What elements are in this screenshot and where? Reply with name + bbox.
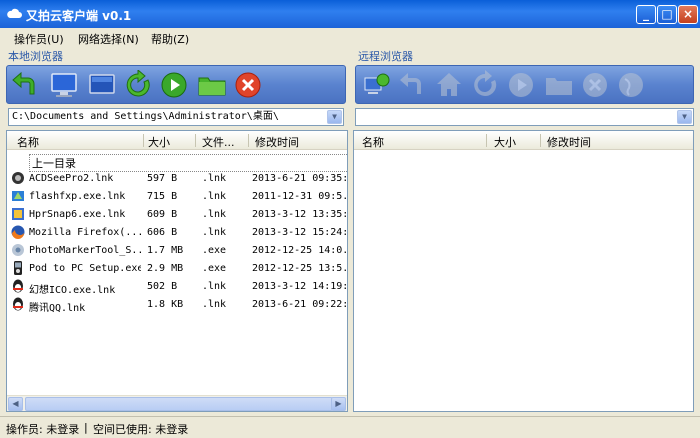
scroll-left-icon[interactable]: ◀ [8, 397, 23, 411]
home-icon[interactable] [434, 70, 464, 100]
menu-bar: 操作员(U) 网络选择(N) 帮助(Z) [0, 28, 700, 48]
play-icon[interactable] [506, 70, 536, 100]
menu-network[interactable]: 网络选择(N) [78, 31, 139, 47]
ipod-icon [14, 261, 22, 275]
status-separator: | [84, 421, 88, 434]
photomarker-icon [12, 244, 24, 256]
table-row[interactable]: Mozilla Firefox(... 606 B .lnk 2013-3-12… [7, 223, 347, 242]
delete-icon[interactable] [580, 70, 610, 100]
remote-browser-label: 远程浏览器 [358, 50, 413, 63]
remote-file-list: 名称 大小 修改时间 [353, 130, 694, 412]
col-type[interactable]: 文件... [202, 134, 235, 150]
qq-penguin-icon [13, 297, 23, 311]
col-size[interactable]: 大小 [494, 134, 516, 150]
local-horizontal-scrollbar[interactable]: ◀ ▶ [7, 395, 347, 411]
local-column-header: 名称 大小 文件... 修改时间 [7, 131, 347, 150]
table-row[interactable]: 幻想ICO.exe.lnk 502 B .lnk 2013-3-12 14:19… [7, 277, 347, 296]
folder-icon[interactable] [197, 70, 227, 100]
menu-operator[interactable]: 操作员(U) [14, 31, 64, 47]
title-bar: 又拍云客户端 v0.1 _ □ × [0, 0, 700, 28]
folder-icon[interactable] [544, 70, 574, 100]
remote-path-dropdown[interactable]: ▼ [355, 108, 694, 126]
col-name[interactable]: 名称 [17, 134, 39, 150]
back-arrow-icon[interactable] [11, 70, 41, 100]
scroll-thumb[interactable] [25, 397, 333, 411]
col-modified[interactable]: 修改时间 [255, 134, 299, 150]
close-button[interactable]: × [678, 5, 698, 24]
table-row[interactable]: PhotoMarkerTool_S... 1.7 MB .exe 2012-12… [7, 241, 347, 260]
status-bar: 操作员: 未登录 | 空间已使用: 未登录 [0, 416, 700, 438]
remote-column-header: 名称 大小 修改时间 [354, 131, 693, 150]
scroll-right-icon[interactable]: ▶ [331, 397, 346, 411]
table-row[interactable]: 腾讯QQ.lnk 1.8 KB .lnk 2013-6-21 09:22:05 [7, 295, 347, 314]
parent-dir-row[interactable]: 上一目录 [7, 151, 347, 172]
local-path-text: C:\Documents and Settings\Administrator\… [12, 111, 279, 122]
chevron-down-icon[interactable]: ▼ [677, 110, 692, 124]
local-toolbar [6, 65, 346, 104]
table-row[interactable]: ACDSeePro2.lnk 597 B .lnk 2013-6-21 09:3… [7, 169, 347, 188]
delete-icon[interactable] [233, 70, 263, 100]
network-icon[interactable] [362, 70, 392, 100]
table-row[interactable]: HprSnap6.exe.lnk 609 B .lnk 2013-3-12 13… [7, 205, 347, 224]
flashfxp-icon [12, 191, 24, 201]
maximize-button[interactable]: □ [657, 5, 677, 24]
local-browser-label: 本地浏览器 [8, 50, 63, 63]
acdsee-icon [12, 172, 24, 184]
status-operator: 操作员: 未登录 [6, 423, 80, 436]
status-space: 空间已使用: 未登录 [93, 423, 189, 436]
window-title: 又拍云客户端 v0.1 [26, 9, 132, 23]
remote-toolbar [355, 65, 694, 104]
chevron-down-icon[interactable]: ▼ [327, 110, 342, 124]
play-icon[interactable] [159, 70, 189, 100]
globe-icon[interactable] [616, 70, 646, 100]
cloud-icon [7, 8, 22, 18]
col-size[interactable]: 大小 [148, 134, 170, 150]
minimize-button[interactable]: _ [636, 5, 656, 24]
local-path-dropdown[interactable]: C:\Documents and Settings\Administrator\… [8, 108, 344, 126]
col-name[interactable]: 名称 [362, 134, 384, 150]
table-row[interactable]: flashfxp.exe.lnk 715 B .lnk 2011-12-31 0… [7, 187, 347, 206]
monitor-icon[interactable] [87, 70, 117, 100]
menu-help[interactable]: 帮助(Z) [151, 31, 189, 47]
col-modified[interactable]: 修改时间 [547, 134, 591, 150]
firefox-icon [11, 225, 25, 239]
desktop-icon[interactable] [49, 70, 79, 100]
local-file-list: 名称 大小 文件... 修改时间 上一目录 ACDSeePro2.lnk 597… [6, 130, 348, 412]
qq-penguin-icon [13, 279, 23, 293]
table-row[interactable]: Pod to PC Setup.exe 2.9 MB .exe 2012-12-… [7, 259, 347, 278]
refresh-icon[interactable] [123, 70, 153, 100]
hypersnap-icon [12, 208, 24, 220]
back-arrow-icon[interactable] [398, 70, 428, 100]
refresh-icon[interactable] [470, 70, 500, 100]
